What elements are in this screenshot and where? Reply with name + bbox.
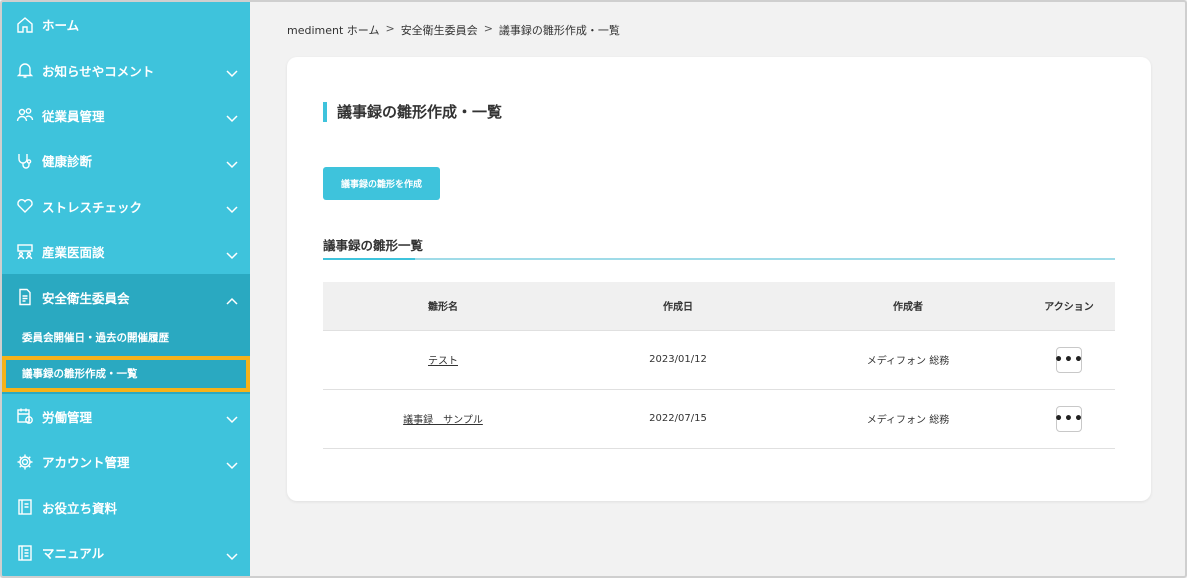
manual-icon	[16, 544, 34, 562]
sidebar: ホーム お知らせやコメント 従業員管理 健康診断 ストレスチェック 産業医面談	[2, 2, 250, 576]
calendar-clock-icon	[16, 407, 34, 425]
breadcrumb-committee-link[interactable]: 安全衛生委員会	[401, 22, 478, 38]
chevron-down-icon	[226, 412, 238, 424]
chevron-up-icon	[226, 293, 238, 305]
sidebar-item-label: お知らせやコメント	[42, 63, 155, 79]
template-name-link[interactable]: 議事録 サンプル	[403, 415, 483, 426]
more-actions-button[interactable]: •••	[1054, 346, 1083, 373]
sidebar-subitem-minutes-templates[interactable]: 議事録の雛形作成・一覧	[2, 355, 250, 392]
chevron-down-icon	[226, 66, 238, 78]
sidebar-item-safety-committee[interactable]: 安全衛生委員会	[2, 274, 250, 320]
column-header-name: 雛形名	[428, 302, 458, 314]
template-name-link[interactable]: テスト	[428, 356, 458, 367]
sidebar-item-employees[interactable]: 従業員管理	[2, 93, 250, 138]
sidebar-item-home[interactable]: ホーム	[2, 2, 250, 47]
sidebar-item-label: 安全衛生委員会	[42, 290, 130, 306]
column-header-action: アクション	[1044, 302, 1094, 314]
content-card: 議事録の雛形作成・一覧 議事録の雛形を作成 議事録の雛形一覧 雛形名 作成日 作…	[287, 57, 1151, 501]
chevron-down-icon	[226, 549, 238, 560]
sidebar-subitem-meeting-history[interactable]: 委員会開催日・過去の開催履歴	[2, 320, 250, 356]
sidebar-item-label: 産業医面談	[42, 245, 105, 261]
template-author: メディフォン 総務	[866, 356, 950, 367]
home-icon	[16, 16, 34, 34]
chevron-down-icon	[226, 458, 238, 469]
create-template-button[interactable]: 議事録の雛形を作成	[323, 167, 440, 200]
heart-icon	[16, 197, 34, 215]
sidebar-item-label: 健康診断	[42, 154, 93, 170]
breadcrumb-separator: >	[483, 22, 493, 35]
chevron-down-icon	[226, 111, 238, 123]
sidebar-item-account[interactable]: アカウント管理	[2, 439, 250, 484]
breadcrumb-current: 議事録の雛形作成・一覧	[498, 24, 620, 37]
gear-icon	[16, 453, 34, 471]
sidebar-item-doctor-interview[interactable]: 産業医面談	[2, 229, 250, 274]
sidebar-item-health-check[interactable]: 健康診断	[2, 138, 250, 183]
sidebar-item-label: アカウント管理	[42, 455, 130, 471]
document-icon	[16, 288, 34, 306]
sidebar-item-manual[interactable]: マニュアル	[2, 530, 250, 575]
table-row: 議事録 サンプル 2022/07/15 メディフォン 総務 •••	[323, 389, 1115, 448]
sidebar-item-label: ホーム	[42, 18, 80, 34]
sidebar-item-label: ストレスチェック	[42, 199, 143, 215]
breadcrumb: mediment ホーム > 安全衛生委員会 > 議事録の雛形作成・一覧	[287, 22, 620, 38]
more-actions-button[interactable]: •••	[1054, 405, 1083, 432]
chevron-down-icon	[226, 248, 238, 259]
book-icon	[16, 498, 34, 516]
breadcrumb-home-link[interactable]: mediment ホーム	[287, 22, 379, 38]
bell-icon	[16, 61, 34, 79]
page-title: 議事録の雛形作成・一覧	[323, 102, 502, 122]
template-date: 2023/01/12	[649, 354, 707, 365]
sidebar-item-label: マニュアル	[42, 546, 105, 562]
stethoscope-icon	[16, 152, 34, 170]
chevron-down-icon	[226, 202, 238, 214]
breadcrumb-separator: >	[385, 22, 395, 35]
column-header-date: 作成日	[663, 302, 693, 314]
section-divider	[323, 258, 1115, 260]
section-title: 議事録の雛形一覧	[323, 238, 424, 253]
meeting-icon	[16, 243, 34, 261]
app-frame: ホーム お知らせやコメント 従業員管理 健康診断 ストレスチェック 産業医面談	[0, 0, 1187, 578]
chevron-down-icon	[226, 157, 238, 168]
template-author: メディフォン 総務	[866, 415, 950, 426]
sidebar-item-label: お役立ち資料	[42, 500, 118, 516]
template-table: 雛形名 作成日 作成者 アクション テスト 2023/01/12 メディフォン …	[323, 282, 1115, 449]
table-header-row: 雛形名 作成日 作成者 アクション	[323, 282, 1115, 330]
sidebar-item-stress-check[interactable]: ストレスチェック	[2, 184, 250, 229]
sidebar-item-label: 労働管理	[42, 409, 93, 425]
template-date: 2022/07/15	[649, 413, 707, 424]
column-header-author: 作成者	[893, 302, 923, 314]
sidebar-submenu: 委員会開催日・過去の開催履歴 議事録の雛形作成・一覧	[2, 319, 250, 394]
sidebar-item-notices[interactable]: お知らせやコメント	[2, 47, 250, 92]
sidebar-item-labor[interactable]: 労働管理	[2, 394, 250, 439]
sidebar-item-label: 従業員管理	[42, 108, 105, 124]
sidebar-item-resources[interactable]: お役立ち資料	[2, 485, 250, 530]
table-row: テスト 2023/01/12 メディフォン 総務 •••	[323, 330, 1115, 389]
users-icon	[16, 106, 34, 124]
